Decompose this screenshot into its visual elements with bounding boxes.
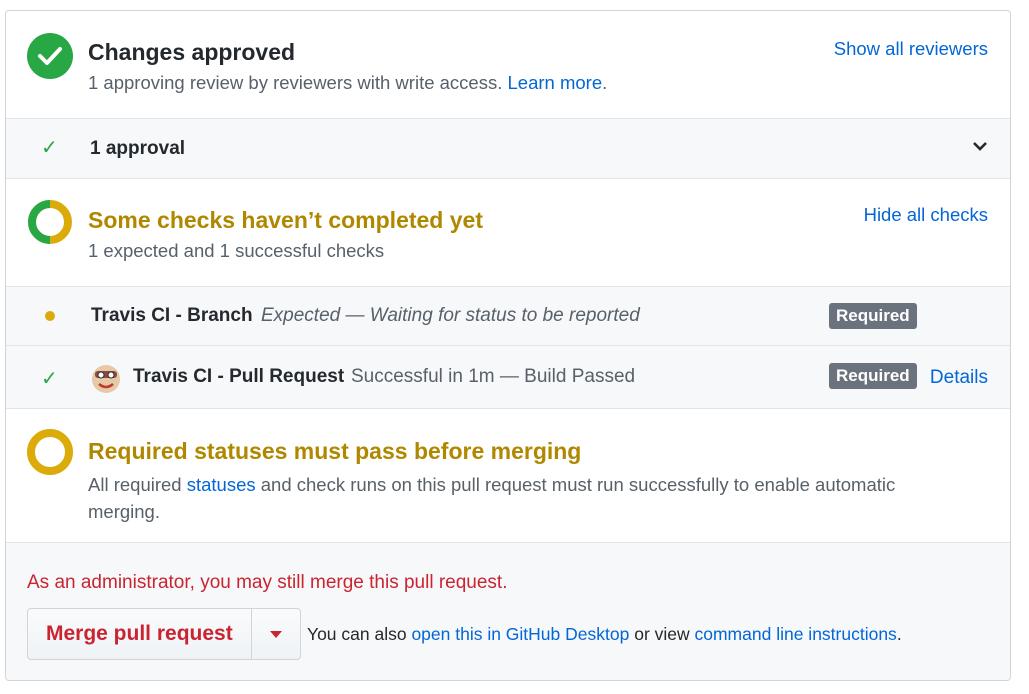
required-text-before: All required xyxy=(88,474,187,495)
caret-down-icon[interactable] xyxy=(252,609,300,659)
check-row-branch: Travis CI - Branch Expected — Waiting fo… xyxy=(6,286,1010,345)
partial-ring-icon xyxy=(27,199,73,245)
alt-suffix: . xyxy=(896,624,902,644)
check-name: Travis CI - Pull Request xyxy=(133,366,345,387)
checks-section: Some checks haven’t completed yet 1 expe… xyxy=(6,178,1010,286)
merge-button-group: Merge pull request xyxy=(27,608,301,660)
statuses-link[interactable]: statuses xyxy=(187,474,256,495)
approval-subtitle-text: 1 approving review by reviewers with wri… xyxy=(88,72,503,93)
alternative-merge-text: You can also open this in GitHub Desktop… xyxy=(307,624,902,645)
show-all-reviewers-link[interactable]: Show all reviewers xyxy=(834,38,988,60)
dot-icon xyxy=(45,311,55,321)
approval-subtitle: 1 approving review by reviewers with wri… xyxy=(88,72,607,94)
check-icon: ✓ xyxy=(41,368,58,390)
check-row-pull-request: ✓ Travis CI - Pull Request Successful in… xyxy=(6,345,1010,408)
learn-more-link[interactable]: Learn more xyxy=(508,72,603,93)
check-status: Successful in 1m — Build Passed xyxy=(351,366,636,387)
alt-prefix: You can also xyxy=(307,624,412,644)
learn-more-suffix: . xyxy=(602,72,608,93)
travis-avatar-icon xyxy=(90,362,122,399)
merge-panel: Changes approved 1 approving review by r… xyxy=(5,10,1011,681)
open-desktop-link[interactable]: open this in GitHub Desktop xyxy=(411,624,629,644)
admin-notice: As an administrator, you may still merge… xyxy=(27,572,508,593)
command-line-link[interactable]: command line instructions xyxy=(695,624,897,644)
required-statuses-section: Required statuses must pass before mergi… xyxy=(6,408,1010,542)
approval-section: Changes approved 1 approving review by r… xyxy=(6,11,1010,118)
required-badge: Required xyxy=(829,303,917,329)
checks-title: Some checks haven’t completed yet xyxy=(88,207,483,233)
check-icon: ✓ xyxy=(41,137,58,159)
ring-icon xyxy=(27,429,73,475)
required-badge: Required xyxy=(829,363,917,389)
required-text: All required statuses and check runs on … xyxy=(88,471,968,525)
check-status: Expected — Waiting for status to be repo… xyxy=(261,305,640,326)
merge-pull-request-button[interactable]: Merge pull request xyxy=(28,609,252,659)
chevron-down-icon[interactable] xyxy=(972,139,988,157)
hide-all-checks-link[interactable]: Hide all checks xyxy=(864,204,988,226)
approval-title: Changes approved xyxy=(88,39,296,65)
alt-middle: or view xyxy=(629,624,695,644)
approval-count-row[interactable]: ✓ 1 approval xyxy=(6,118,1010,178)
checks-subtitle: 1 expected and 1 successful checks xyxy=(88,240,385,261)
check-circle-icon xyxy=(27,33,73,79)
required-title: Required statuses must pass before mergi… xyxy=(88,438,582,464)
approval-count-label: 1 approval xyxy=(90,138,186,159)
details-link[interactable]: Details xyxy=(930,367,988,389)
check-name: Travis CI - Branch xyxy=(91,305,253,326)
